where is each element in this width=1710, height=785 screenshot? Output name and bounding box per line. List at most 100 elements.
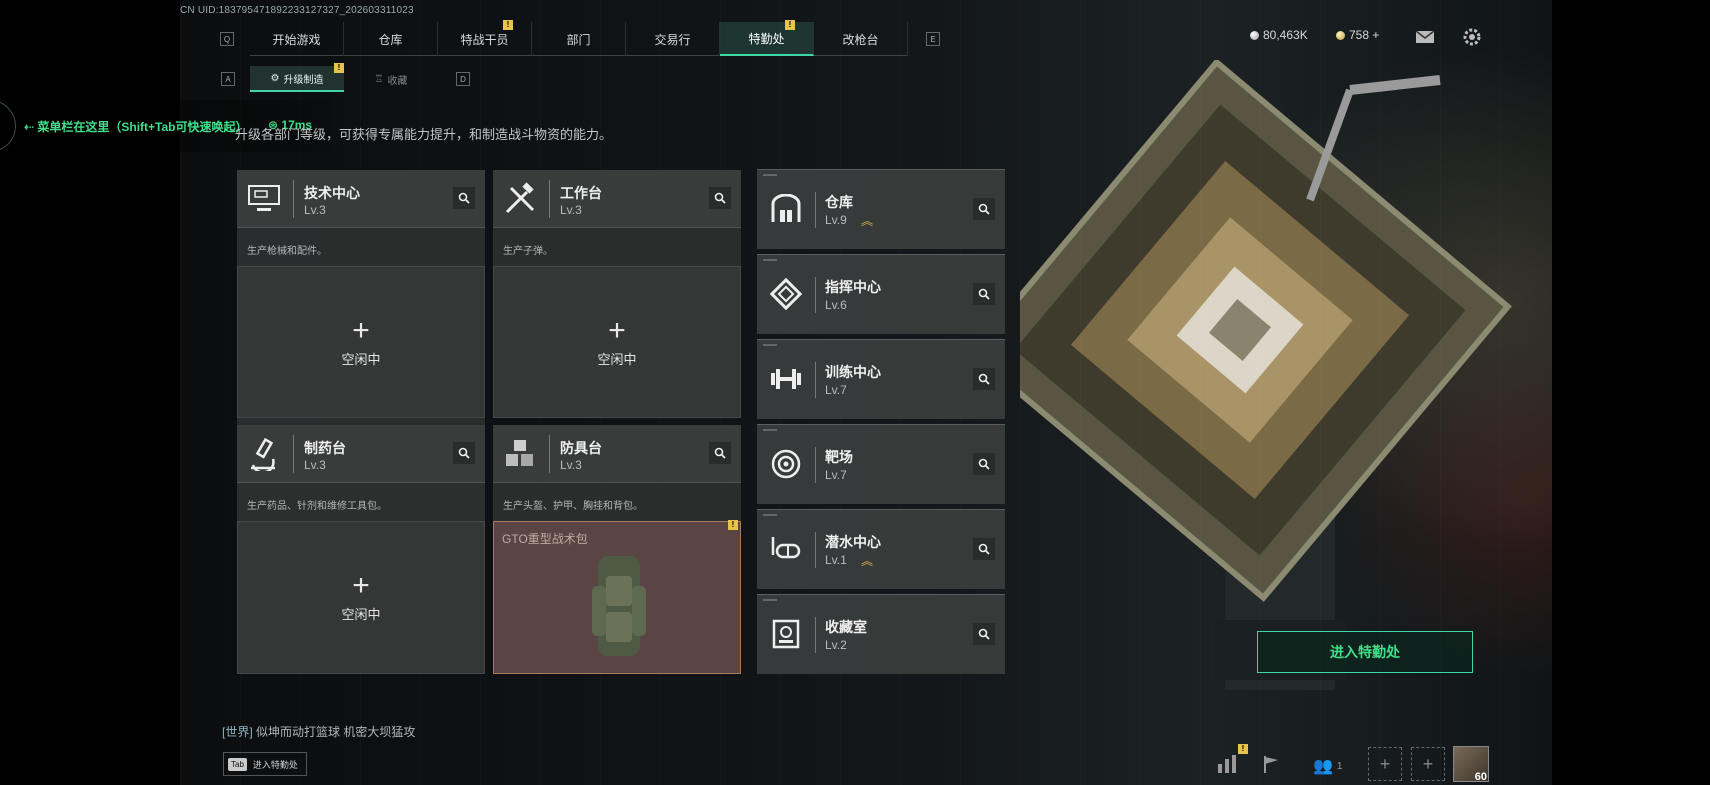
notification-badge: ! bbox=[728, 520, 738, 530]
tab-shortcut-button[interactable]: Tab 进入特勤处 bbox=[223, 752, 307, 776]
player-avatar[interactable]: 60 bbox=[1453, 746, 1489, 783]
mail-icon[interactable] bbox=[1415, 30, 1435, 44]
station-card-armor-bench[interactable]: 防具台 Lv.3 生产头盔、护甲、胸挂和背包。 GTO重型战术包 ! bbox=[493, 425, 741, 674]
tab-warehouse[interactable]: 仓库 bbox=[344, 22, 438, 56]
facility-warehouse[interactable]: 仓库 Lv.9 ︽ bbox=[757, 169, 1005, 249]
search-icon[interactable] bbox=[453, 187, 475, 209]
facility-shooting-range[interactable]: 靶场 Lv.7 bbox=[757, 424, 1005, 504]
station-card-workbench[interactable]: 工作台 Lv.3 生产子弹。 + 空闲中 bbox=[493, 170, 741, 418]
menu-handle[interactable] bbox=[0, 100, 16, 152]
station-level: Lv.3 bbox=[560, 458, 582, 472]
craft-slot-in-progress[interactable]: GTO重型战术包 ! bbox=[493, 520, 741, 674]
corner-tick bbox=[763, 429, 777, 431]
station-header[interactable]: 技术中心 Lv.3 bbox=[237, 170, 485, 228]
divider bbox=[293, 180, 294, 218]
notification-badge: ! bbox=[1238, 744, 1248, 754]
station-header[interactable]: 防具台 Lv.3 bbox=[493, 425, 741, 483]
search-icon[interactable] bbox=[709, 442, 731, 464]
search-icon[interactable] bbox=[973, 198, 995, 220]
search-icon[interactable] bbox=[973, 283, 995, 305]
add-slot-button[interactable]: + bbox=[1368, 747, 1402, 781]
menu-hint-label: 菜单栏在这里（Shift+Tab可快速唤起） bbox=[37, 120, 248, 134]
silver-amount: 80,463K bbox=[1263, 28, 1308, 42]
facility-level: Lv.7 bbox=[825, 468, 847, 482]
subtab-label: 升级制造 bbox=[283, 74, 324, 86]
backpack-icon bbox=[592, 556, 646, 656]
tab-label: 特勤处 bbox=[748, 31, 785, 46]
flag-icon[interactable] bbox=[1262, 754, 1282, 774]
corner-tick bbox=[763, 344, 777, 346]
craft-slot-idle[interactable]: + 空闲中 bbox=[237, 266, 485, 418]
station-name: 工作台 bbox=[560, 185, 602, 201]
dumbbell-icon bbox=[767, 360, 805, 398]
silver-currency[interactable]: 80,463K bbox=[1250, 28, 1308, 42]
settings-gear-icon[interactable] bbox=[1462, 27, 1482, 47]
station-level: Lv.3 bbox=[304, 203, 326, 217]
subtab-label: 收藏 bbox=[387, 75, 408, 87]
craft-slot-idle[interactable]: + 空闲中 bbox=[237, 521, 485, 674]
tab-start-game[interactable]: 开始游戏 bbox=[250, 22, 344, 56]
station-description: 生产药品、针剂和维修工具包。 bbox=[247, 501, 387, 512]
divider bbox=[549, 180, 550, 218]
search-icon[interactable] bbox=[709, 187, 731, 209]
upgrade-available-icon: ︽ bbox=[861, 214, 874, 228]
enter-special-ops-button[interactable]: 进入特勤处 bbox=[1257, 631, 1473, 673]
station-header[interactable]: 制药台 Lv.3 bbox=[237, 425, 485, 483]
tab-label: 开始游戏 bbox=[272, 32, 321, 47]
station-header[interactable]: 工作台 Lv.3 bbox=[493, 170, 741, 228]
craft-slot-idle[interactable]: + 空闲中 bbox=[493, 266, 741, 418]
warehouse-icon bbox=[767, 190, 805, 228]
tab-market[interactable]: 交易行 bbox=[626, 22, 720, 56]
facility-name: 潜水中心 bbox=[825, 534, 881, 550]
facility-level: Lv.7 bbox=[825, 383, 847, 397]
friends-counter[interactable]: 👥 1 bbox=[1313, 756, 1342, 776]
main-nav: 开始游戏 仓库 特战干员! 部门 交易行 特勤处! 改枪台 bbox=[250, 20, 908, 56]
world-chat[interactable]: [世界] 似坤而动打篮球 机密大坝猛攻 bbox=[222, 723, 415, 740]
monitor-icon bbox=[245, 180, 283, 218]
station-description: 生产子弹。 bbox=[503, 246, 553, 257]
search-icon[interactable] bbox=[453, 442, 475, 464]
corner-tick bbox=[763, 599, 777, 601]
tab-gunsmith[interactable]: 改枪台 bbox=[814, 22, 908, 56]
menu-hint-text: ⇠ 菜单栏在这里（Shift+Tab可快速唤起） bbox=[24, 118, 248, 135]
station-card-pharmacy[interactable]: 制药台 Lv.3 生产药品、针剂和维修工具包。 + 空闲中 bbox=[237, 425, 485, 674]
search-icon[interactable] bbox=[973, 368, 995, 390]
subtab-upgrade-craft[interactable]: ⚙ 升级制造 ! bbox=[250, 63, 344, 92]
plus-icon: + bbox=[608, 313, 626, 347]
tab-special-ops[interactable]: 特勤处! bbox=[720, 20, 814, 56]
search-icon[interactable] bbox=[973, 623, 995, 645]
corner-tick bbox=[763, 174, 777, 176]
facility-collection-room[interactable]: 收藏室 Lv.2 bbox=[757, 594, 1005, 674]
diving-mask-icon bbox=[767, 530, 805, 568]
page-description: 升级各部门等级，可获得专属能力提升，和制造战斗物资的能力。 bbox=[235, 127, 613, 142]
add-slot-button[interactable]: + bbox=[1411, 747, 1445, 781]
facility-level: Lv.2 bbox=[825, 638, 847, 652]
facility-diving-center[interactable]: 潜水中心 Lv.1 ︽ bbox=[757, 509, 1005, 589]
subtab-collection[interactable]: ♖ 收藏 bbox=[344, 66, 438, 92]
tab-departments[interactable]: 部门 bbox=[532, 22, 626, 56]
gold-currency[interactable]: 758 + bbox=[1336, 28, 1379, 42]
search-icon[interactable] bbox=[973, 538, 995, 560]
idle-label: 空闲中 bbox=[341, 351, 381, 367]
tab-label: 特战干员 bbox=[460, 32, 509, 47]
facility-level: Lv.6 bbox=[825, 298, 847, 312]
tab-label: 改枪台 bbox=[842, 32, 879, 47]
facility-name: 仓库 bbox=[825, 194, 853, 210]
facility-command-center[interactable]: 指挥中心 Lv.6 bbox=[757, 254, 1005, 334]
tab-label: 仓库 bbox=[378, 32, 403, 47]
plus-icon: + bbox=[352, 313, 370, 347]
search-icon[interactable] bbox=[973, 453, 995, 475]
divider bbox=[293, 435, 294, 473]
game-screen: CN UID:1837954718922331273​27_2026033110… bbox=[0, 0, 1710, 785]
friends-icon: 👥 bbox=[1313, 758, 1333, 775]
microscope-icon bbox=[245, 435, 283, 473]
corner-tick bbox=[763, 259, 777, 261]
stats-chart-icon[interactable] bbox=[1216, 754, 1238, 774]
nav-left-key-hint: Q bbox=[220, 32, 234, 46]
tab-operators[interactable]: 特战干员! bbox=[438, 20, 532, 56]
tab-label: 部门 bbox=[566, 32, 591, 47]
player-uid: CN UID:1837954718922331273​27_2026033110… bbox=[180, 5, 414, 16]
facility-training-center[interactable]: 训练中心 Lv.7 bbox=[757, 339, 1005, 419]
facility-level: Lv.1 bbox=[825, 553, 847, 567]
tab-label: 交易行 bbox=[654, 32, 691, 47]
